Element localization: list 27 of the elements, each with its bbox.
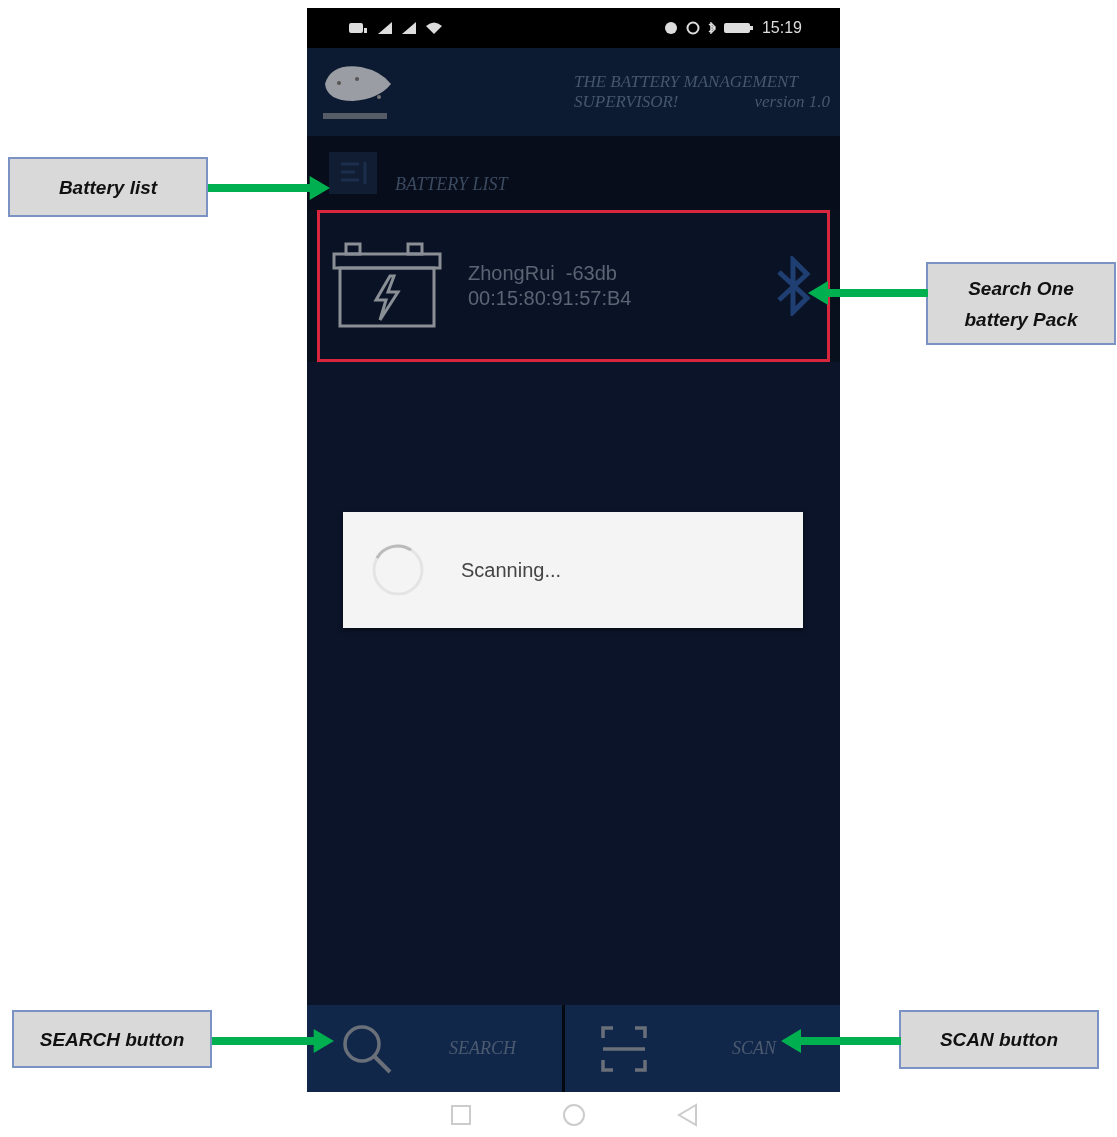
home-icon[interactable] <box>561 1102 586 1127</box>
app-title: SUPERVISOR! <box>574 92 679 112</box>
battery-level-icon <box>723 22 754 34</box>
scan-icon <box>601 1025 647 1072</box>
spinner-icon <box>371 543 425 597</box>
search-icon <box>341 1022 393 1075</box>
battery-icon <box>332 242 442 330</box>
tab-button[interactable]: SEARCH <box>307 1005 562 1092</box>
status-time: 15:19 <box>761 19 802 37</box>
section-title: BATTERY LIST <box>395 173 508 195</box>
callout-label: SEARCH button <box>12 1010 212 1068</box>
recents-icon[interactable] <box>449 1103 472 1126</box>
sim-card-icon <box>349 22 369 34</box>
app-title: THE BATTERY MANAGEMENT <box>574 72 800 92</box>
callout-label: SCAN button <box>899 1010 1099 1069</box>
callout-label: Battery list <box>8 157 208 217</box>
device-name: ZhongRui -63db <box>468 261 618 286</box>
signal-icon <box>377 21 393 35</box>
device-address: 00:15:80:91:57:B4 <box>468 286 632 311</box>
list-icon <box>329 152 377 194</box>
device-item[interactable]: ZhongRui -63db 00:15:80:91:57:B4 <box>317 210 830 362</box>
wifi-icon <box>425 21 443 35</box>
signal-icon <box>401 21 417 35</box>
callout-label: Search One battery Pack <box>926 262 1116 345</box>
app-version: version 1.0 <box>754 92 830 112</box>
dialog-message: Scanning... <box>461 558 562 582</box>
back-icon[interactable] <box>675 1102 698 1127</box>
